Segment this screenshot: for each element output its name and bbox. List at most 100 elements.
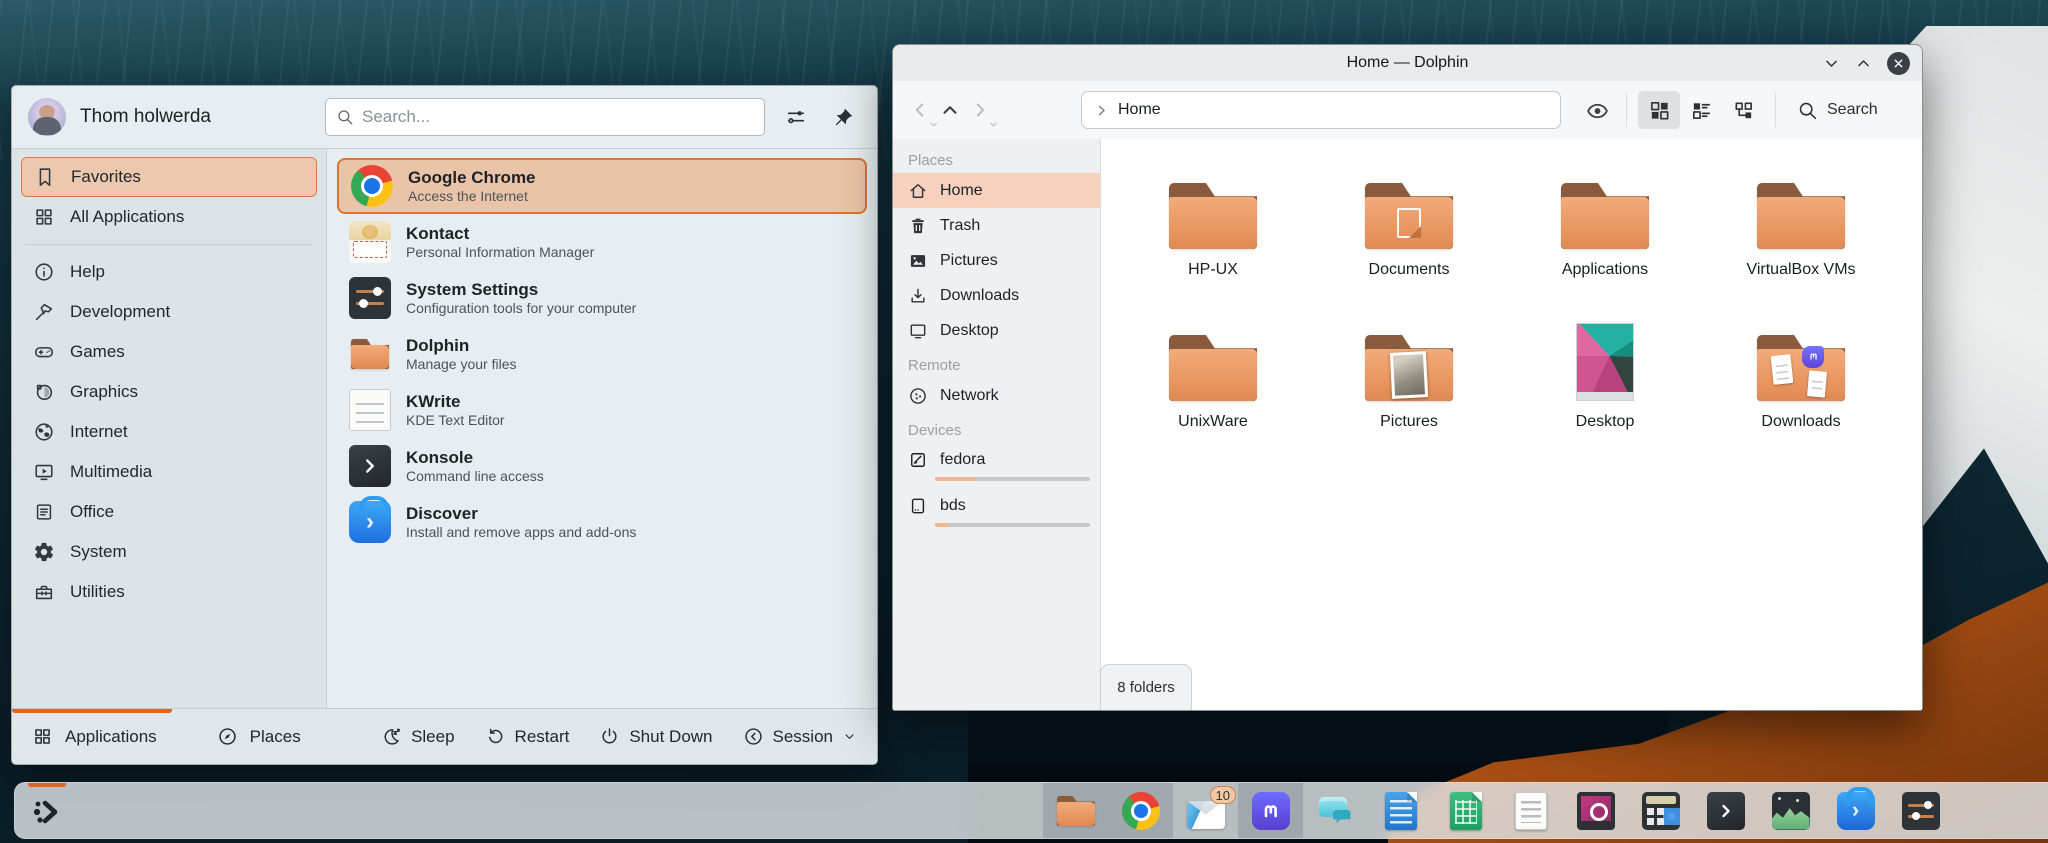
taskbar-app-writer[interactable] [1368, 783, 1433, 838]
favorite-dolphin[interactable]: Dolphin Manage your files [337, 326, 867, 382]
home-icon [908, 181, 928, 201]
taskbar-app-chat[interactable] [1303, 783, 1368, 838]
close-button[interactable] [1887, 52, 1910, 75]
taskbar-app-chrome[interactable] [1108, 783, 1173, 838]
folder-name: VirtualBox VMs [1746, 261, 1855, 279]
taskbar-app-discover[interactable] [1823, 783, 1888, 838]
breadcrumb[interactable]: Home [1118, 101, 1161, 119]
sidebar-item-label: Office [70, 502, 114, 522]
search-icon [336, 108, 354, 126]
shutdown-button[interactable]: Shut Down [599, 726, 712, 747]
folder-downloads[interactable]: Downloads [1703, 315, 1899, 467]
folder-unixware[interactable]: UnixWare [1115, 315, 1311, 467]
desktop: Thom holwerda Favorites All Applica [0, 0, 2048, 843]
sidebar-item-system[interactable]: System [21, 532, 317, 572]
details-view-button[interactable] [1680, 91, 1722, 129]
moon-icon [381, 726, 402, 747]
taskbar-app-spectacle[interactable] [1563, 783, 1628, 838]
sidebar-item-help[interactable]: Help [21, 252, 317, 292]
folder-name: Documents [1369, 261, 1450, 279]
taskbar-app-kcalc[interactable] [1628, 783, 1693, 838]
folder-pictures[interactable]: Pictures [1311, 315, 1507, 467]
places-item-network[interactable]: Network [893, 378, 1100, 413]
icons-view-button[interactable] [1638, 91, 1680, 129]
dolphin-titlebar[interactable]: Home — Dolphin [893, 45, 1922, 81]
launcher-search-field[interactable] [325, 98, 765, 136]
sleep-button[interactable]: Sleep [381, 726, 454, 747]
disk-usage-bar [935, 477, 1090, 481]
kwrite-icon [349, 389, 391, 431]
status-bar: 8 folders [1100, 664, 1192, 710]
folder-hp-ux[interactable]: HP-UX [1115, 163, 1311, 315]
user-avatar[interactable] [28, 98, 66, 136]
taskbar-app-spreadsheet[interactable] [1433, 783, 1498, 838]
up-button[interactable] [935, 93, 965, 127]
sidebar-item-favorites[interactable]: Favorites [21, 157, 317, 197]
chevron-right-icon [1094, 103, 1109, 118]
taskbar-app-konsole[interactable] [1693, 783, 1758, 838]
sidebar-item-office[interactable]: Office [21, 492, 317, 532]
favorite-discover[interactable]: Discover Install and remove apps and add… [337, 494, 867, 550]
device-item-bds[interactable]: bds [893, 489, 1100, 535]
minimize-button[interactable] [1823, 55, 1840, 72]
taskbar-app-system-monitor[interactable] [1758, 783, 1823, 838]
system-settings-task-icon [1902, 792, 1940, 830]
places-item-trash[interactable]: Trash [893, 208, 1100, 243]
taskbar-app-kmail[interactable]: 10 [1173, 783, 1238, 838]
favorite-system-settings[interactable]: System Settings Configuration tools for … [337, 270, 867, 326]
sidebar-item-utilities[interactable]: Utilities [21, 572, 317, 612]
pin-button[interactable] [827, 100, 861, 134]
favorite-subtitle: Install and remove apps and add-ons [406, 524, 636, 541]
favorite-konsole[interactable]: Konsole Command line access [337, 438, 867, 494]
search-button[interactable]: Search [1797, 100, 1878, 121]
sidebar-item-graphics[interactable]: Graphics [21, 372, 317, 412]
taskbar-app-mastodon[interactable] [1238, 783, 1303, 838]
favorite-kontact[interactable]: Kontact Personal Information Manager [337, 214, 867, 270]
remote-section-header: Remote [893, 348, 1100, 378]
location-bar[interactable]: Home [1081, 91, 1561, 129]
favorite-subtitle: Manage your files [406, 356, 517, 373]
sidebar-item-internet[interactable]: Internet [21, 412, 317, 452]
tab-places[interactable]: Places [217, 726, 301, 747]
restart-button[interactable]: Restart [485, 726, 570, 747]
places-item-downloads[interactable]: Downloads [893, 278, 1100, 313]
preview-toggle-button[interactable] [1579, 92, 1615, 128]
toolbar-separator [1626, 93, 1627, 127]
favorite-kwrite[interactable]: KWrite KDE Text Editor [337, 382, 867, 438]
folder-applications[interactable]: Applications [1507, 163, 1703, 315]
favorite-google-chrome[interactable]: Google Chrome Access the Internet [337, 158, 867, 214]
places-item-pictures[interactable]: Pictures [893, 243, 1100, 278]
session-button[interactable]: Session [743, 726, 857, 747]
compass-icon [217, 726, 238, 747]
sidebar-item-games[interactable]: Games [21, 332, 317, 372]
bookmark-icon [34, 166, 56, 188]
configure-button[interactable] [779, 100, 813, 134]
back-button[interactable] [905, 93, 935, 127]
tab-applications[interactable]: Applications [32, 726, 157, 747]
favorite-title: Dolphin [406, 335, 517, 356]
device-item-fedora[interactable]: fedora [893, 443, 1100, 489]
tree-view-button[interactable] [1722, 91, 1764, 129]
taskbar-panel: 10 [14, 782, 2048, 839]
folder-icon [1561, 183, 1649, 249]
taskbar-app-system-settings[interactable] [1888, 783, 1953, 838]
maximize-button[interactable] [1855, 55, 1872, 72]
chat-task-icon [1317, 792, 1355, 830]
graphics-orb-icon [33, 381, 55, 403]
folder-desktop[interactable]: Desktop [1507, 315, 1703, 467]
folder-documents[interactable]: Documents [1311, 163, 1507, 315]
taskbar-app-dolphin[interactable] [1043, 783, 1108, 838]
taskbar-app-text-editor[interactable] [1498, 783, 1563, 838]
application-launcher-button[interactable] [24, 789, 70, 834]
favorite-title: KWrite [406, 391, 505, 412]
window-controls [1823, 45, 1910, 81]
search-input[interactable] [362, 107, 754, 127]
forward-button[interactable] [965, 93, 995, 127]
sidebar-item-multimedia[interactable]: Multimedia [21, 452, 317, 492]
gear-icon [33, 541, 55, 563]
sidebar-item-development[interactable]: Development [21, 292, 317, 332]
places-item-home[interactable]: Home [893, 173, 1100, 208]
folder-virtualbox-vms[interactable]: VirtualBox VMs [1703, 163, 1899, 315]
places-item-desktop[interactable]: Desktop [893, 313, 1100, 348]
sidebar-item-all-applications[interactable]: All Applications [21, 197, 317, 237]
